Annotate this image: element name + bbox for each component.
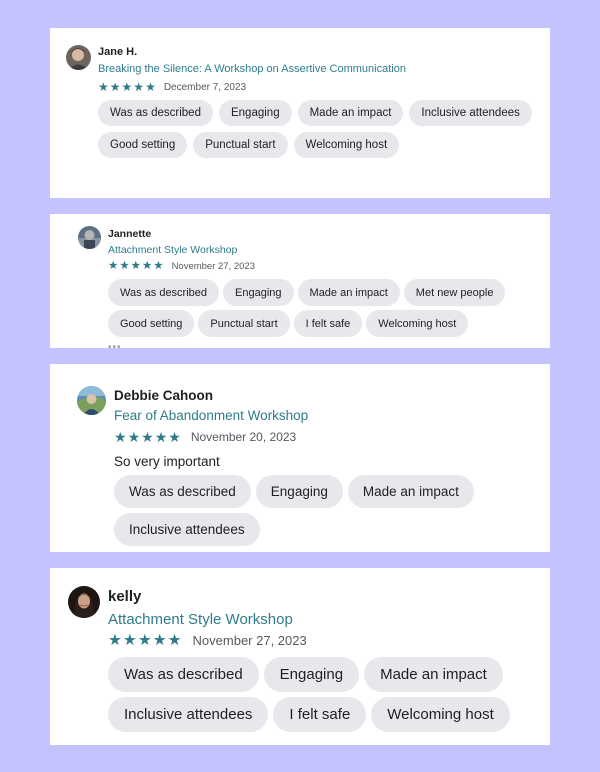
tag-chip[interactable]: Was as described: [98, 100, 213, 126]
rating-row: ★ ★ ★ ★ ★ November 27, 2023: [108, 260, 256, 273]
tag-chip[interactable]: Was as described: [108, 279, 220, 306]
star-icon: ★: [137, 632, 152, 649]
reviewer-name: Jane H.: [98, 46, 138, 58]
tag-chip[interactable]: Met new people: [403, 279, 506, 306]
rating-row: ★ ★ ★ ★ ★ November 27, 2023: [108, 633, 307, 649]
avatar[interactable]: [78, 226, 101, 249]
tag-chip[interactable]: Was as described: [108, 657, 259, 692]
star-rating: ★ ★ ★ ★ ★: [114, 430, 182, 444]
star-rating: ★ ★ ★ ★ ★: [108, 633, 183, 649]
event-link[interactable]: Fear of Abandonment Workshop: [114, 408, 308, 423]
tag-chip[interactable]: Welcoming host: [293, 132, 400, 158]
star-icon: ★: [167, 632, 182, 649]
tag-chip[interactable]: Engaging: [218, 100, 292, 126]
star-icon: ★: [168, 429, 181, 445]
tag-chip[interactable]: I felt safe: [273, 697, 367, 732]
star-icon: ★: [154, 429, 168, 445]
star-icon: ★: [98, 80, 109, 94]
star-icon: ★: [141, 429, 154, 445]
star-icon: ★: [108, 632, 122, 649]
tag-chip[interactable]: Was as described: [114, 475, 251, 508]
review-date: November 27, 2023: [192, 633, 307, 649]
star-icon: ★: [130, 260, 141, 272]
star-icon: ★: [109, 80, 121, 94]
tag-chip[interactable]: Inclusive attendees: [409, 100, 532, 126]
tag-chip[interactable]: Good setting: [98, 132, 188, 158]
avatar[interactable]: [66, 45, 91, 70]
avatar[interactable]: [68, 586, 100, 618]
star-rating: ★ ★ ★ ★ ★: [98, 81, 157, 93]
tag-chip[interactable]: Engaging: [223, 279, 294, 306]
tag-list: Was as described Engaging Made an impact…: [108, 657, 548, 732]
review-card: Jannette Attachment Style Workshop ★ ★ ★ ★ ★…: [50, 214, 550, 348]
star-icon: ★: [119, 260, 130, 272]
tag-chip[interactable]: Welcoming host: [371, 697, 510, 732]
review-date: November 20, 2023: [190, 430, 297, 444]
tag-chip[interactable]: Made an impact: [297, 279, 400, 306]
reviewer-name: Jannette: [108, 228, 152, 240]
star-icon: ★: [127, 429, 141, 445]
reviewer-name: kelly: [108, 588, 142, 605]
tag-list: Was as described Engaging Made an impact…: [114, 475, 534, 546]
tag-chip[interactable]: Punctual start: [193, 132, 288, 158]
tag-chip[interactable]: Inclusive attendees: [114, 513, 260, 546]
review-date: December 7, 2023: [163, 81, 247, 93]
reviewer-name: Debbie Cahoon: [114, 388, 214, 403]
avatar[interactable]: [77, 386, 106, 415]
tag-chip[interactable]: Made an impact: [347, 475, 474, 508]
event-link[interactable]: Breaking the Silence: A Workshop on Asse…: [98, 63, 406, 75]
tag-chip[interactable]: Punctual start: [198, 310, 290, 337]
star-icon: ★: [122, 632, 137, 649]
star-rating: ★ ★ ★ ★ ★: [108, 260, 165, 273]
tag-chip[interactable]: Made an impact: [297, 100, 404, 126]
tag-chip[interactable]: I felt safe: [293, 310, 363, 337]
tag-list: Was as described Engaging Made an impact…: [98, 100, 538, 158]
tag-chip[interactable]: Made an impact: [364, 657, 503, 692]
tag-chip[interactable]: Engaging: [263, 657, 360, 692]
tag-chip[interactable]: Good setting: [108, 310, 195, 337]
star-icon: ★: [121, 80, 133, 94]
star-icon: ★: [145, 80, 156, 94]
review-card: kelly Attachment Style Workshop ★ ★ ★ ★ ★ No…: [50, 568, 550, 745]
star-icon: ★: [108, 260, 119, 272]
star-icon: ★: [153, 260, 164, 272]
tag-chip[interactable]: Welcoming host: [366, 310, 469, 337]
tag-chip[interactable]: Inclusive attendees: [108, 697, 269, 732]
truncated-content-indicator: •••: [108, 342, 122, 348]
rating-row: ★ ★ ★ ★ ★ December 7, 2023: [98, 81, 246, 93]
tag-chip[interactable]: Engaging: [255, 475, 343, 508]
review-date: November 27, 2023: [171, 261, 256, 273]
star-icon: ★: [114, 429, 127, 445]
event-link[interactable]: Attachment Style Workshop: [108, 244, 237, 256]
event-link[interactable]: Attachment Style Workshop: [108, 611, 293, 628]
star-icon: ★: [141, 260, 153, 272]
star-icon: ★: [152, 632, 167, 649]
review-card: Jane H. Breaking the Silence: A Workshop…: [50, 28, 550, 198]
review-comment: So very important: [114, 454, 220, 469]
rating-row: ★ ★ ★ ★ ★ November 20, 2023: [114, 430, 296, 444]
star-icon: ★: [133, 80, 145, 94]
tag-list: Was as described Engaging Made an impact…: [108, 279, 538, 337]
review-card: Debbie Cahoon Fear of Abandonment Worksh…: [50, 364, 550, 552]
